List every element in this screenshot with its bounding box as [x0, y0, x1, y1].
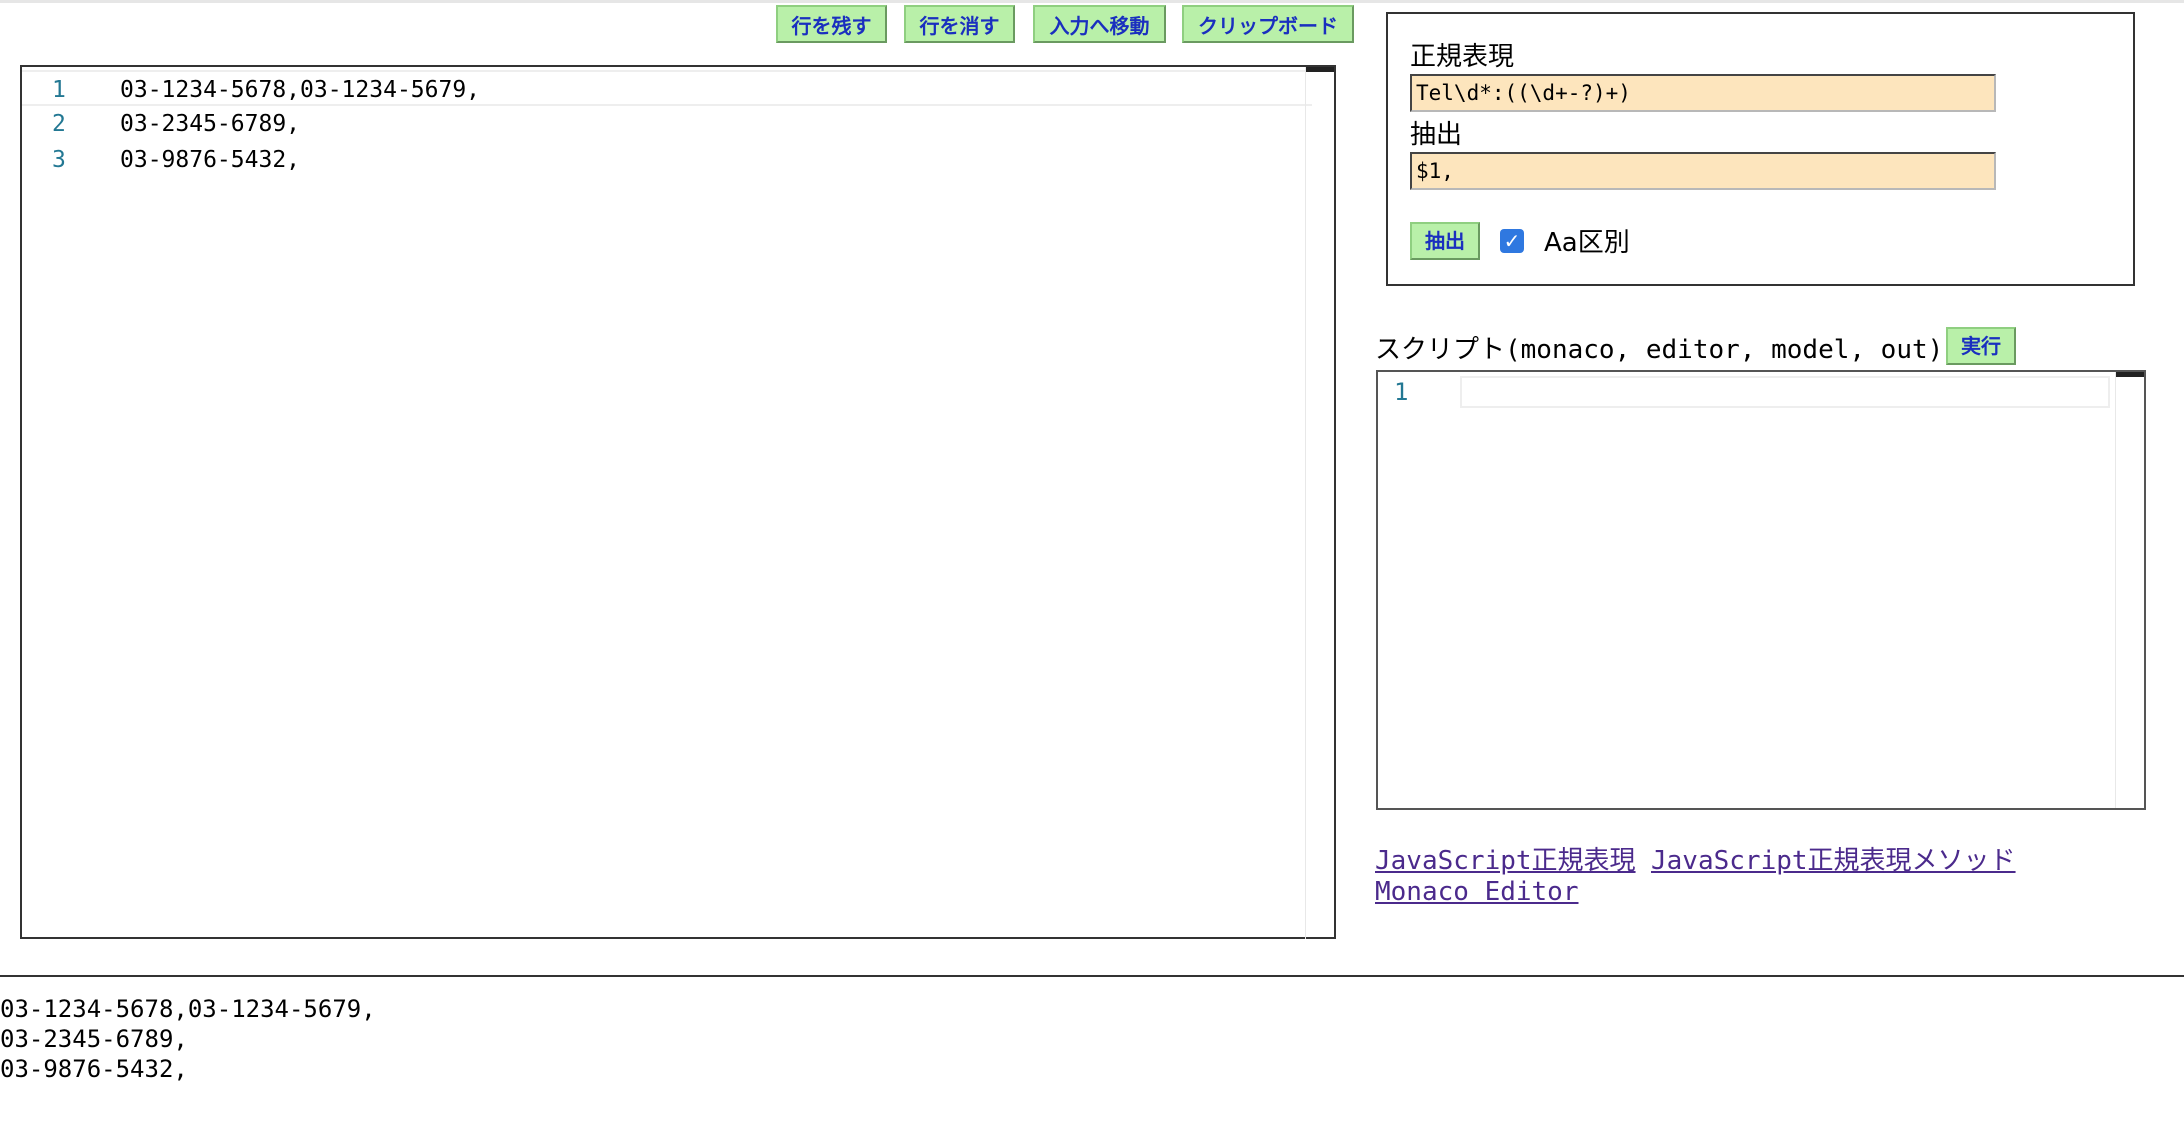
regex-panel: 正規表現 抽出 抽出 ✓ Aa区別	[1386, 12, 2135, 286]
line-number: 2	[52, 111, 66, 137]
scrollbar-indicator	[2116, 372, 2144, 377]
script-editor[interactable]: 1	[1376, 370, 2146, 810]
editor-line[interactable]: 1 03-1234-5678,03-1234-5679,	[22, 70, 1312, 106]
js-regex-methods-link[interactable]: JavaScript正規表現メソッド	[1651, 840, 2016, 877]
output-divider	[0, 975, 2184, 977]
line-text: 03-2345-6789,	[120, 111, 301, 137]
extract-button[interactable]: 抽出	[1410, 222, 1480, 260]
line-number: 3	[52, 147, 66, 173]
js-regex-link[interactable]: JavaScript正規表現	[1375, 840, 1636, 877]
output-line: 03-2345-6789,	[0, 1025, 188, 1053]
editor-line[interactable]: 3 03-9876-5432,	[22, 142, 1312, 178]
extract-input[interactable]	[1410, 152, 1996, 190]
script-label: スクリプト(monaco, editor, model, out)	[1375, 335, 1944, 365]
case-sensitive-label: Aa区別	[1544, 228, 1630, 258]
case-sensitive-checkbox[interactable]: ✓	[1500, 229, 1524, 253]
extract-label: 抽出	[1410, 120, 1463, 150]
current-line-highlight	[1460, 376, 2110, 408]
run-button[interactable]: 実行	[1946, 327, 2016, 365]
line-number: 1	[1394, 378, 1409, 406]
output-line: 03-9876-5432,	[0, 1055, 188, 1083]
scrollbar-indicator	[1306, 67, 1334, 72]
editor-line[interactable]: 2 03-2345-6789,	[22, 106, 1312, 142]
line-text: 03-9876-5432,	[120, 147, 301, 173]
output-line: 03-1234-5678,03-1234-5679,	[0, 995, 376, 1023]
clipboard-button[interactable]: クリップボード	[1182, 5, 1354, 43]
line-text: 03-1234-5678,03-1234-5679,	[120, 77, 481, 103]
script-scrollbar[interactable]	[2115, 372, 2144, 808]
regex-input[interactable]	[1410, 74, 1996, 112]
output-area: 03-1234-5678,03-1234-5679, 03-2345-6789,…	[0, 994, 376, 1084]
delete-lines-button[interactable]: 行を消す	[904, 5, 1015, 43]
main-editor[interactable]: 1 03-1234-5678,03-1234-5679, 2 03-2345-6…	[20, 65, 1336, 939]
line-number: 1	[52, 77, 66, 103]
move-to-input-button[interactable]: 入力へ移動	[1033, 5, 1166, 43]
monaco-editor-link[interactable]: Monaco Editor	[1375, 877, 1579, 907]
top-border	[0, 0, 2184, 3]
keep-lines-button[interactable]: 行を残す	[776, 5, 887, 43]
regex-label: 正規表現	[1410, 42, 1515, 72]
editor-scrollbar[interactable]	[1305, 67, 1334, 939]
